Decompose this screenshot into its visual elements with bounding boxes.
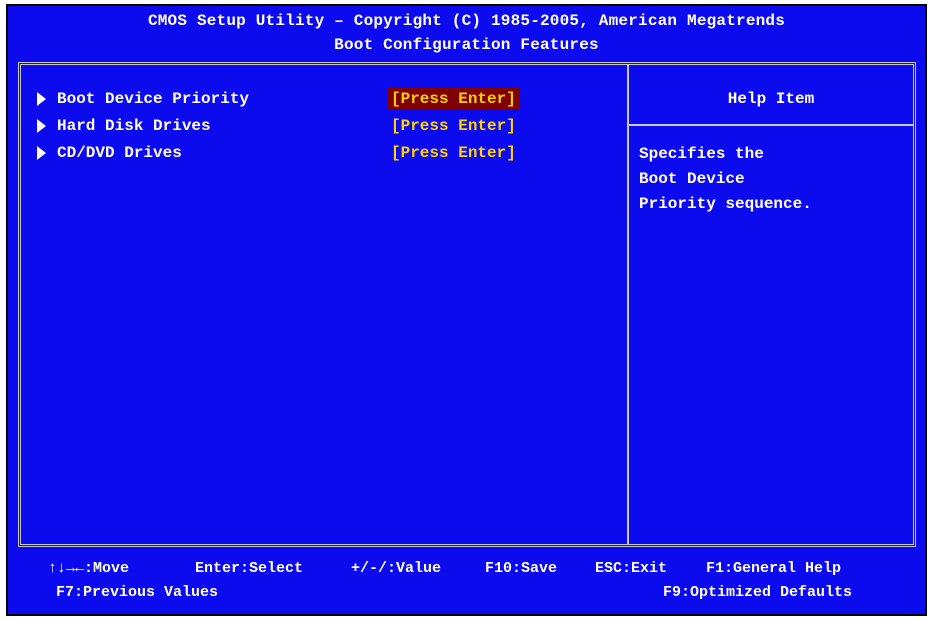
- panel-divider: [627, 65, 629, 544]
- hint-optimized-defaults: F9:Optimized Defaults: [663, 584, 853, 601]
- hint-exit: ESC:Exit: [595, 560, 668, 577]
- submenu-arrow-icon: [37, 92, 46, 106]
- menu-item-label: Hard Disk Drives: [57, 117, 211, 135]
- hint-save: F10:Save: [485, 560, 558, 577]
- submenu-arrow-icon: [37, 119, 46, 133]
- help-line: Specifies the: [639, 145, 764, 163]
- help-separator: [629, 124, 913, 126]
- menu-item-label: CD/DVD Drives: [57, 144, 182, 162]
- help-line: Boot Device: [639, 170, 745, 188]
- hint-value: +/-/:Value: [351, 560, 442, 577]
- menu-item-value[interactable]: [Press Enter]: [387, 142, 520, 164]
- menu-item-boot-device-priority[interactable]: Boot Device Priority [Press Enter]: [37, 88, 597, 110]
- hint-select: Enter:Select: [195, 560, 304, 577]
- hint-move: ↑↓→←:Move: [48, 560, 130, 577]
- hint-previous-values: F7:Previous Values: [56, 584, 219, 601]
- submenu-arrow-icon: [37, 146, 46, 160]
- menu-item-cd-dvd-drives[interactable]: CD/DVD Drives [Press Enter]: [37, 142, 597, 164]
- menu-item-value[interactable]: [Press Enter]: [387, 115, 520, 137]
- utility-title: CMOS Setup Utility – Copyright (C) 1985-…: [147, 12, 786, 30]
- menu-item-value[interactable]: [Press Enter]: [387, 88, 520, 110]
- menu-item-hard-disk-drives[interactable]: Hard Disk Drives [Press Enter]: [37, 115, 597, 137]
- help-text: Specifies the Boot Device Priority seque…: [639, 142, 812, 217]
- page-title: Boot Configuration Features: [334, 36, 599, 54]
- help-line: Priority sequence.: [639, 195, 812, 213]
- menu-item-label: Boot Device Priority: [57, 90, 250, 108]
- bios-screen: CMOS Setup Utility – Copyright (C) 1985-…: [6, 4, 927, 616]
- main-frame: Boot Device Priority [Press Enter] Hard …: [18, 62, 916, 547]
- help-title: Help Item: [727, 90, 815, 108]
- hint-general-help: F1:General Help: [706, 560, 842, 577]
